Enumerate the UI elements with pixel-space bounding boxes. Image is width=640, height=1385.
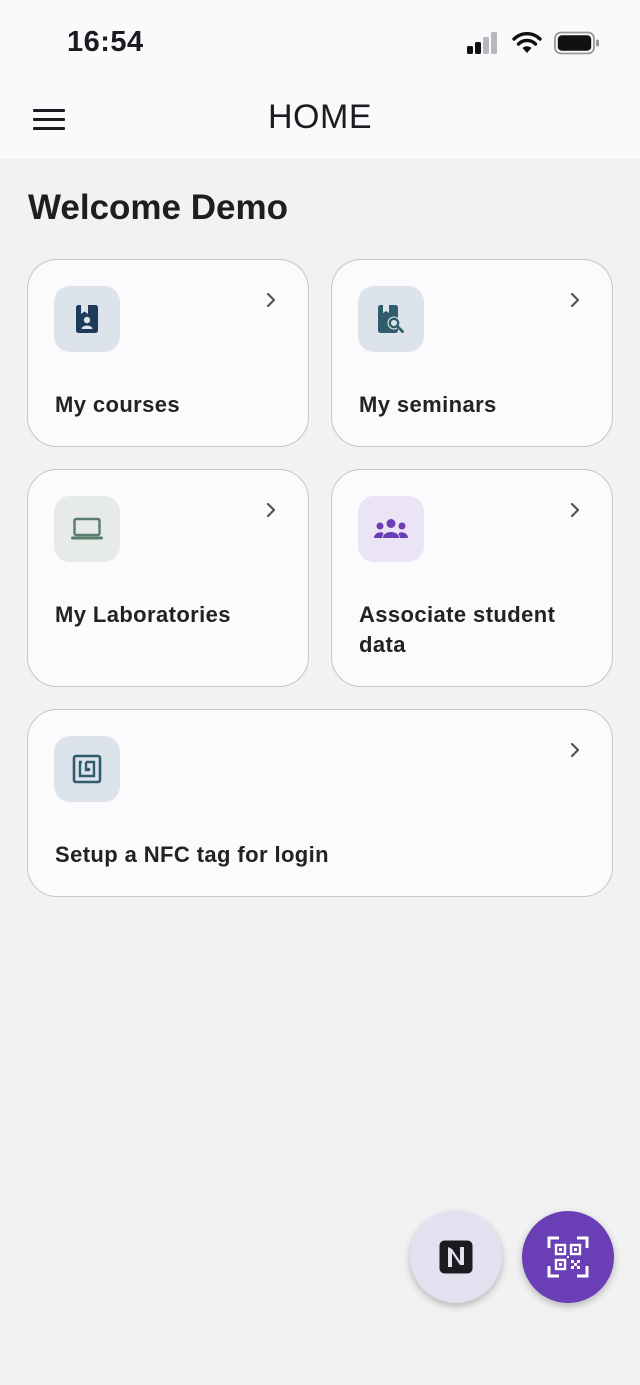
card-label: My seminars — [359, 392, 497, 417]
seminar-search-icon — [378, 305, 404, 333]
card-icon-box — [54, 286, 120, 352]
page-title: HOME — [268, 98, 372, 136]
chevron-right-icon — [570, 742, 580, 758]
card-label: Setup a NFC tag for login — [55, 842, 329, 867]
card-icon-box — [358, 496, 424, 562]
card-my-seminars[interactable]: My seminars — [331, 259, 613, 447]
battery-icon — [554, 31, 599, 55]
wifi-icon — [512, 32, 542, 53]
card-associate-student-data[interactable]: Associate student data — [331, 469, 613, 687]
card-setup-nfc-tag[interactable]: Setup a NFC tag for login — [27, 709, 613, 897]
chevron-right-icon — [570, 292, 580, 308]
chevron-right-icon — [570, 502, 580, 518]
status-bar: 16:54 — [0, 0, 640, 80]
card-label: My courses — [55, 392, 181, 417]
card-label: My Laboratories — [55, 602, 231, 627]
card-my-courses[interactable]: My courses — [27, 259, 309, 447]
card-label: Associate student data — [359, 602, 556, 657]
qr-code-scan-icon — [547, 1236, 589, 1278]
card-icon-box — [54, 496, 120, 562]
welcome-heading: Welcome Demo — [28, 188, 288, 227]
status-icons — [466, 30, 600, 56]
chevron-right-icon — [266, 292, 276, 308]
chevron-right-icon — [266, 502, 276, 518]
app-bar: HOME — [0, 80, 640, 159]
card-icon-box — [54, 736, 120, 802]
people-group-icon — [374, 519, 408, 538]
nfc-icon — [439, 1240, 473, 1274]
card-my-laboratories[interactable]: My Laboratories — [27, 469, 309, 687]
nfc-fab[interactable] — [410, 1211, 502, 1303]
card-icon-box — [358, 286, 424, 352]
course-book-icon — [76, 305, 98, 333]
laptop-icon — [71, 517, 103, 540]
nfc-tag-icon — [72, 754, 102, 784]
status-time: 16:54 — [67, 26, 144, 58]
qr-scan-fab[interactable] — [522, 1211, 614, 1303]
signal-icon — [467, 32, 497, 54]
